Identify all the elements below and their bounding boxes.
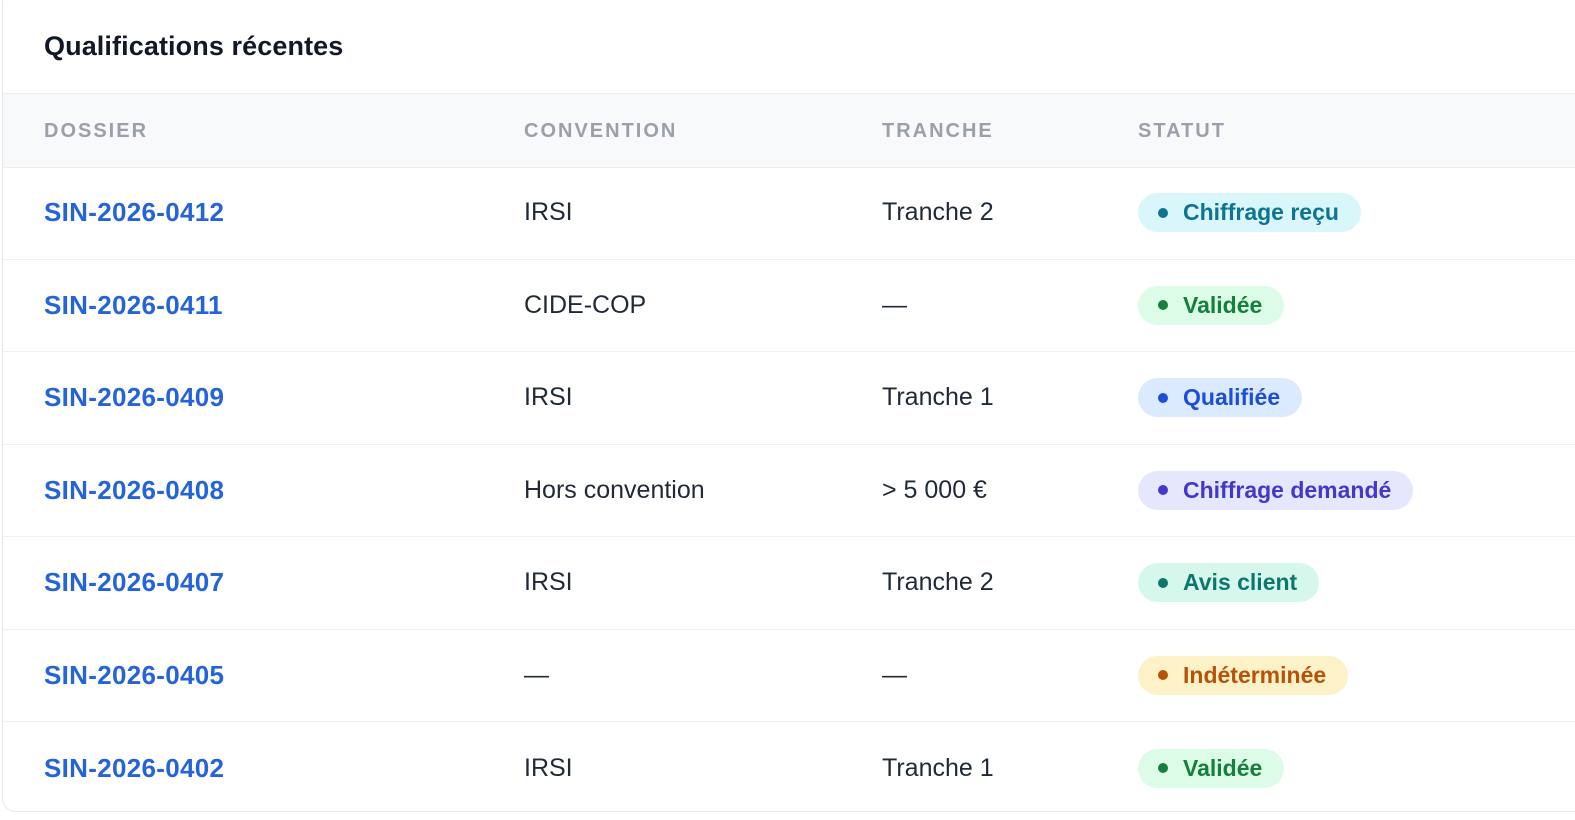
dossier-cell: SIN-2026-0412: [44, 167, 224, 259]
status-dot-icon: [1158, 485, 1168, 496]
status-badge: Qualifiée: [1138, 378, 1303, 418]
table-row[interactable]: SIN-2026-0408 Hors convention > 5 000 € Chi…: [3, 445, 1575, 537]
dossier-link[interactable]: SIN-2026-0408: [44, 475, 224, 506]
table-row[interactable]: SIN-2026-0411 CIDE-COP — Validée: [3, 260, 1575, 352]
statut-cell: Chiffrage reçu: [1138, 167, 1361, 259]
status-badge: Chiffrage reçu: [1138, 193, 1361, 233]
status-label: Indéterminée: [1183, 661, 1327, 688]
convention-cell: IRSI: [524, 753, 573, 782]
statut-cell: Qualifiée: [1138, 352, 1303, 444]
dossier-cell: SIN-2026-0407: [44, 537, 224, 629]
table-row[interactable]: SIN-2026-0412 IRSI Tranche 2 Chiffrage reçu: [3, 167, 1575, 260]
status-dot-icon: [1158, 207, 1168, 218]
statut-cell: Indéterminée: [1138, 630, 1349, 722]
recent-qualifications-card: Qualifications récentes DOSSIER CONVENTI…: [2, 0, 1575, 812]
column-header-dossier: DOSSIER: [44, 120, 149, 142]
dossier-cell: SIN-2026-0408: [44, 445, 224, 537]
convention-cell: IRSI: [524, 198, 573, 227]
status-dot-icon: [1158, 670, 1168, 681]
tranche-cell: > 5 000 €: [882, 475, 987, 504]
status-dot-icon: [1158, 763, 1168, 774]
dossier-link[interactable]: SIN-2026-0409: [44, 382, 224, 413]
status-badge: Validée: [1138, 285, 1285, 325]
tranche-cell: —: [882, 660, 907, 689]
dossier-link[interactable]: SIN-2026-0405: [44, 660, 224, 691]
status-badge: Validée: [1138, 748, 1285, 788]
statut-cell: Chiffrage demandé: [1138, 445, 1414, 537]
convention-cell: IRSI: [524, 383, 573, 412]
table-row[interactable]: SIN-2026-0409 IRSI Tranche 1 Qualifiée: [3, 352, 1575, 445]
status-badge: Indéterminée: [1138, 655, 1349, 695]
convention-cell: IRSI: [524, 568, 573, 597]
status-dot-icon: [1158, 300, 1168, 311]
status-label: Qualifiée: [1183, 384, 1281, 411]
status-label: Validée: [1183, 754, 1263, 781]
dossier-link[interactable]: SIN-2026-0412: [44, 197, 224, 228]
column-header-tranche: TRANCHE: [882, 120, 994, 142]
table-row[interactable]: SIN-2026-0405 — — Indéterminée: [3, 630, 1575, 722]
table-header: DOSSIER CONVENTION TRANCHE STATUT: [3, 93, 1575, 168]
tranche-cell: Tranche 2: [882, 568, 994, 597]
status-dot-icon: [1158, 577, 1168, 588]
table-body: SIN-2026-0412 IRSI Tranche 2 Chiffrage reçu…: [3, 167, 1575, 811]
dossier-cell: SIN-2026-0402: [44, 722, 224, 811]
status-label: Avis client: [1183, 569, 1298, 596]
status-label: Chiffrage demandé: [1183, 476, 1392, 503]
dossier-cell: SIN-2026-0409: [44, 352, 224, 444]
table-row[interactable]: SIN-2026-0407 IRSI Tranche 2 Avis client: [3, 537, 1575, 630]
status-dot-icon: [1158, 392, 1168, 403]
convention-cell: Hors convention: [524, 475, 705, 504]
tranche-cell: Tranche 1: [882, 753, 994, 782]
dossier-link[interactable]: SIN-2026-0407: [44, 567, 224, 598]
status-label: Validée: [1183, 291, 1263, 318]
column-header-convention: CONVENTION: [524, 120, 678, 142]
statut-cell: Avis client: [1138, 537, 1320, 629]
table-row[interactable]: SIN-2026-0402 IRSI Tranche 1 Validée: [3, 722, 1575, 811]
dossier-cell: SIN-2026-0405: [44, 630, 224, 722]
status-badge: Avis client: [1138, 563, 1320, 603]
dossier-cell: SIN-2026-0411: [44, 260, 223, 352]
convention-cell: —: [524, 660, 549, 689]
status-label: Chiffrage reçu: [1183, 199, 1339, 226]
dossier-link[interactable]: SIN-2026-0411: [44, 290, 223, 321]
status-badge: Chiffrage demandé: [1138, 470, 1414, 510]
card-title: Qualifications récentes: [44, 31, 344, 61]
tranche-cell: —: [882, 290, 907, 319]
tranche-cell: Tranche 1: [882, 383, 994, 412]
tranche-cell: Tranche 2: [882, 198, 994, 227]
convention-cell: CIDE-COP: [524, 290, 647, 319]
column-header-statut: STATUT: [1138, 120, 1226, 142]
statut-cell: Validée: [1138, 260, 1285, 352]
statut-cell: Validée: [1138, 722, 1285, 811]
dossier-link[interactable]: SIN-2026-0402: [44, 753, 224, 784]
